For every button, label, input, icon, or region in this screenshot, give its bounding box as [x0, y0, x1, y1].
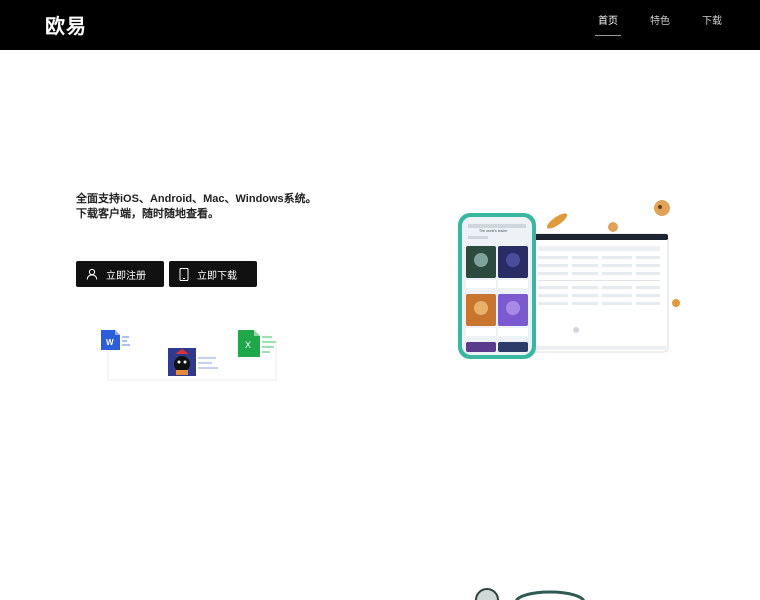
hero-line-2: 下载客户端，随时随地查看。 — [76, 208, 219, 220]
word-file-letter: W — [106, 338, 114, 347]
register-button[interactable]: 立即注册 — [76, 261, 164, 287]
main-nav: 首页 特色 下载 — [595, 0, 722, 50]
nav-item-download[interactable]: 下载 — [702, 0, 722, 50]
partial-illustration — [475, 588, 586, 600]
phone-mockup: The world's leader — [458, 213, 536, 359]
hero-description: 全面支持iOS、Android、Mac、Windows系统。 下载客户端，随时随… — [76, 192, 317, 222]
file-sync-illustration: W X — [101, 330, 278, 382]
user-icon — [86, 268, 98, 280]
phone-screen-title: The world's leader — [479, 229, 508, 233]
mascot-icon — [168, 348, 218, 376]
devices-illustration: The world's leader — [458, 200, 680, 359]
top-navbar: 欧易 首页 特色 下载 — [0, 0, 760, 50]
desktop-mockup — [529, 233, 669, 353]
hero-line-1: 全面支持iOS、Android、Mac、Windows系统。 — [76, 193, 317, 205]
download-button[interactable]: 立即下载 — [169, 261, 257, 287]
nav-item-features[interactable]: 特色 — [650, 0, 670, 50]
nav-item-home[interactable]: 首页 — [595, 0, 621, 50]
register-button-label: 立即注册 — [106, 270, 146, 282]
excel-file-icon: X — [238, 330, 276, 357]
phone-icon — [179, 267, 189, 281]
brand-logo[interactable]: 欧易 — [45, 10, 87, 39]
excel-file-letter: X — [245, 340, 251, 350]
word-file-icon: W — [101, 330, 130, 350]
download-button-label: 立即下载 — [197, 270, 237, 282]
